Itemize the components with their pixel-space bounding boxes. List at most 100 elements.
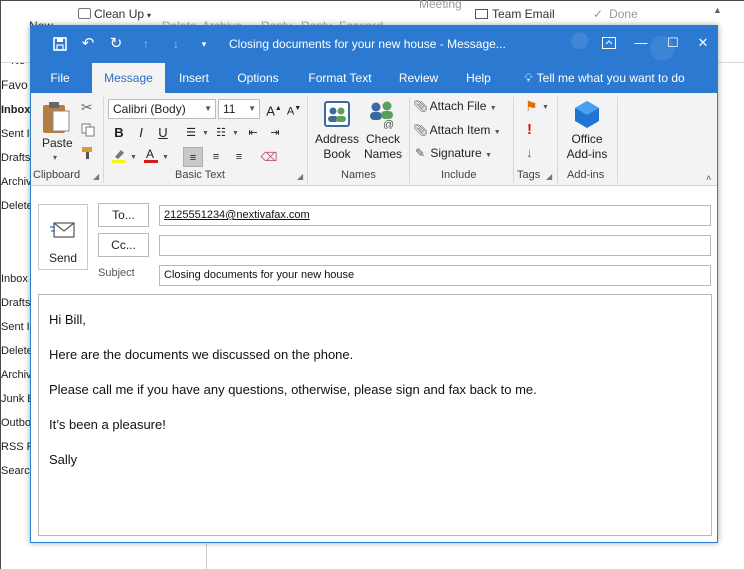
team-email-quickstep[interactable]: Team Email bbox=[475, 7, 555, 21]
cc-button[interactable]: Cc... bbox=[98, 233, 149, 257]
collapse-ribbon-icon[interactable]: ˄ bbox=[706, 173, 711, 183]
decrease-indent-icon[interactable]: ⇤ bbox=[243, 123, 263, 143]
clean-up-button[interactable]: Clean Up ▾ bbox=[78, 7, 151, 21]
done-label: Done bbox=[609, 7, 638, 21]
align-left-icon[interactable]: ≡ bbox=[183, 147, 203, 167]
save-icon[interactable] bbox=[51, 35, 69, 53]
tab-format-text[interactable]: Format Text bbox=[301, 63, 379, 93]
redo-icon[interactable]: ↻ bbox=[107, 35, 125, 53]
tab-insert[interactable]: Insert bbox=[168, 63, 220, 93]
chevron-down-icon: ▼ bbox=[485, 152, 492, 159]
svg-text:A: A bbox=[146, 147, 154, 161]
format-painter-icon[interactable] bbox=[81, 146, 95, 163]
ribbon-display-options-icon[interactable] bbox=[597, 32, 621, 54]
close-icon[interactable]: ✕ bbox=[691, 32, 715, 54]
quickstep-scroll-up-icon[interactable]: ▲ bbox=[713, 5, 722, 15]
high-importance-icon[interactable]: ! bbox=[527, 121, 532, 138]
tab-message[interactable]: Message bbox=[92, 63, 165, 93]
folder-item[interactable]: Inbox bbox=[1, 104, 30, 116]
maximize-icon[interactable]: ☐ bbox=[661, 32, 685, 54]
tags-launcher-icon[interactable]: ◢ bbox=[546, 172, 552, 181]
signature-button[interactable]: ✎ Signature ▼ bbox=[413, 146, 492, 160]
folder-item[interactable]: Sent I bbox=[1, 321, 30, 333]
arrow-down-icon[interactable]: ↓ bbox=[167, 35, 185, 53]
body-line: It’s been a pleasure! bbox=[49, 417, 166, 432]
office-addins-button[interactable]: Office Add-ins bbox=[562, 97, 612, 165]
chevron-down-icon[interactable]: ▼ bbox=[130, 154, 137, 161]
folder-item[interactable]: Inbox bbox=[1, 273, 28, 285]
follow-up-flag-icon[interactable]: ⚑ bbox=[525, 98, 538, 115]
bold-icon[interactable]: B bbox=[109, 123, 129, 143]
grow-font-icon[interactable]: A▲ bbox=[264, 99, 284, 119]
font-color-icon[interactable]: A bbox=[141, 147, 161, 167]
favorites-header[interactable]: Favo bbox=[1, 78, 28, 92]
done-quickstep[interactable]: ✓ Done bbox=[593, 7, 638, 21]
copy-icon[interactable] bbox=[81, 123, 95, 140]
minimize-icon[interactable]: — bbox=[629, 32, 653, 54]
folder-item[interactable]: Search bbox=[1, 465, 31, 477]
arrow-up-icon[interactable]: ↑ bbox=[137, 35, 155, 53]
pane-divider bbox=[206, 544, 207, 569]
attach-item-button[interactable]: 📎︎ Attach Item ▼ bbox=[413, 123, 501, 137]
folder-item[interactable]: Delete bbox=[1, 345, 31, 357]
message-body[interactable]: Hi Bill, Here are the documents we discu… bbox=[38, 294, 712, 536]
tab-options[interactable]: Options bbox=[225, 63, 291, 93]
attach-file-label: Attach File bbox=[429, 99, 487, 113]
addins-group-label: Add-ins bbox=[567, 169, 605, 181]
folder-item[interactable]: Sent I bbox=[1, 128, 30, 140]
to-field[interactable]: 2125551234@nextivafax.com bbox=[159, 205, 711, 226]
chevron-down-icon[interactable]: ▼ bbox=[162, 154, 169, 161]
paste-button[interactable]: Paste ▾ bbox=[41, 101, 73, 162]
chevron-down-icon[interactable]: ▼ bbox=[542, 104, 549, 111]
customize-icon[interactable]: ▾ bbox=[195, 35, 213, 53]
check-names-button[interactable]: @ Check Names bbox=[361, 97, 405, 165]
font-size-combobox[interactable]: 11 ▼ bbox=[218, 99, 260, 119]
align-right-icon[interactable]: ≡ bbox=[229, 147, 249, 167]
underline-icon[interactable]: U bbox=[153, 123, 173, 143]
folder-item[interactable]: RSS Fe bbox=[1, 441, 31, 453]
folder-truncated: Ne bbox=[11, 63, 25, 67]
shrink-font-icon[interactable]: A▼ bbox=[284, 99, 304, 119]
subject-field[interactable]: Closing documents for your new house bbox=[159, 265, 711, 286]
bullets-icon[interactable]: ☰ bbox=[181, 123, 201, 143]
folder-item[interactable]: Delete bbox=[1, 200, 31, 212]
team-email-label: Team Email bbox=[492, 7, 555, 21]
tell-me-search[interactable]: 💡︎ Tell me what you want to do bbox=[517, 63, 692, 93]
folder-item[interactable]: Archiv bbox=[1, 369, 31, 381]
tab-review[interactable]: Review bbox=[391, 63, 446, 93]
chevron-down-icon[interactable]: ▼ bbox=[202, 130, 209, 137]
highlight-icon[interactable] bbox=[109, 147, 129, 167]
tab-file[interactable]: File bbox=[31, 63, 89, 93]
folder-item[interactable]: Drafts bbox=[1, 297, 30, 309]
clipboard-launcher-icon[interactable]: ◢ bbox=[93, 172, 99, 181]
folder-item[interactable]: Junk E bbox=[1, 393, 31, 405]
increase-indent-icon[interactable]: ⇥ bbox=[265, 123, 285, 143]
to-recipient[interactable]: 2125551234@nextivafax.com bbox=[164, 209, 310, 221]
chevron-down-icon[interactable]: ▼ bbox=[232, 130, 239, 137]
office-addins-label-line1: Office bbox=[571, 132, 603, 146]
tab-help[interactable]: Help bbox=[457, 63, 500, 93]
folder-item[interactable]: Archiv bbox=[1, 176, 31, 188]
folder-item[interactable]: Outbo bbox=[1, 417, 31, 429]
cut-icon[interactable]: ✂ bbox=[81, 99, 93, 116]
meeting-button-background[interactable]: Meeting bbox=[419, 0, 462, 11]
undo-icon[interactable]: ↶ bbox=[79, 35, 97, 53]
send-button[interactable]: Send bbox=[38, 204, 88, 270]
italic-icon[interactable]: I bbox=[131, 123, 151, 143]
numbering-icon[interactable]: ☷ bbox=[211, 123, 231, 143]
font-name-combobox[interactable]: Calibri (Body) ▼ bbox=[108, 99, 216, 119]
cc-field[interactable] bbox=[159, 235, 711, 256]
basic-text-launcher-icon[interactable]: ◢ bbox=[297, 172, 303, 181]
group-separator bbox=[557, 97, 558, 183]
folder-item[interactable]: Drafts bbox=[1, 152, 30, 164]
low-importance-icon[interactable]: ↓ bbox=[526, 145, 533, 160]
body-line: Please call me if you have any questions… bbox=[49, 382, 537, 397]
address-book-label-line2: Book bbox=[323, 147, 351, 161]
svg-text:@: @ bbox=[383, 119, 394, 129]
chevron-down-icon: ▼ bbox=[248, 104, 256, 113]
align-center-icon[interactable]: ≡ bbox=[206, 147, 226, 167]
address-book-button[interactable]: Address Book bbox=[315, 97, 359, 165]
to-button[interactable]: To... bbox=[98, 203, 149, 227]
clear-formatting-icon[interactable]: ⌫ bbox=[259, 147, 279, 167]
attach-file-button[interactable]: 📎︎ Attach File ▼ bbox=[413, 99, 497, 113]
